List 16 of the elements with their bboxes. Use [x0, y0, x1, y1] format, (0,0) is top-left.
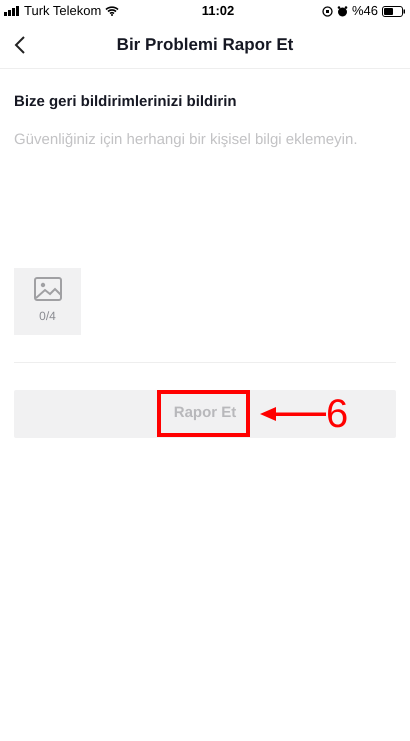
alarm-clock-icon	[336, 6, 348, 16]
pointer-arrow	[260, 406, 326, 420]
rotation-lock-icon	[322, 6, 333, 16]
wifi-icon	[105, 6, 120, 16]
page-title: Bir Problemi Rapor Et	[116, 34, 294, 56]
back-icon	[14, 35, 26, 55]
signal-icon	[4, 6, 20, 16]
battery-icon	[382, 6, 406, 16]
add-photo-button[interactable]: 0/4	[14, 268, 81, 334]
carrier-name: Turk Telekom	[24, 2, 102, 20]
step-number: 6	[326, 392, 348, 436]
feedback-heading: Bize geri bildirimlerinizi bildirin	[14, 92, 238, 112]
battery-percent: %46	[352, 2, 378, 20]
image-icon	[34, 277, 62, 301]
status-time: 11:02	[200, 2, 236, 20]
feedback-field[interactable]: Güvenliğiniz için herhangi bir kişisel bilgi eklemeyin.	[14, 130, 396, 250]
